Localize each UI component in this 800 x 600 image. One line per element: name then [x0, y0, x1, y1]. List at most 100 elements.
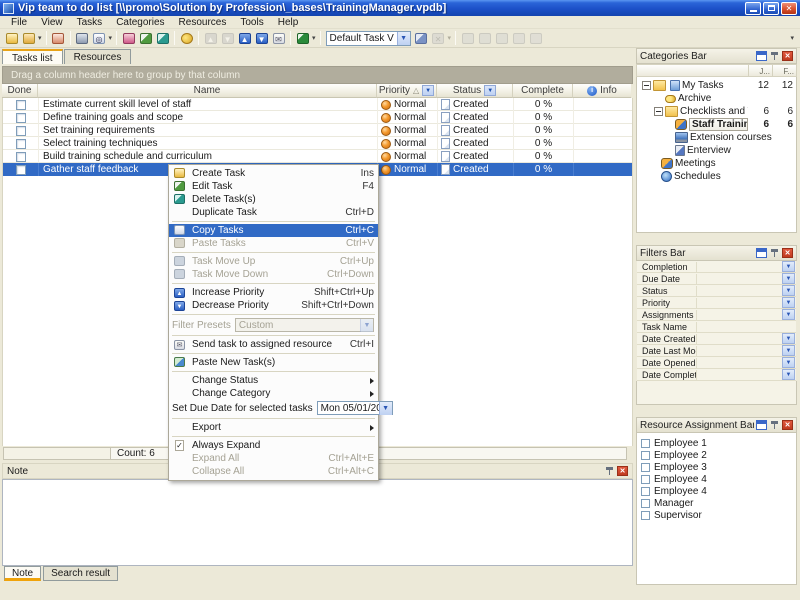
- toolbar-overflow-caret[interactable]: ▾: [790, 34, 794, 42]
- menu-item-set-due-date[interactable]: Set Due Date for selected tasks Mon 05/0…: [169, 400, 378, 416]
- chevron-down-icon[interactable]: ▼: [782, 285, 795, 296]
- due-date-combobox[interactable]: Mon 05/01/2009 ▼: [317, 401, 393, 415]
- resource-checkbox[interactable]: [641, 463, 650, 472]
- tree-item-extension-courses[interactable]: Extension courses: [637, 131, 796, 144]
- done-checkbox[interactable]: [16, 100, 26, 110]
- menu-item-change-status[interactable]: Change Status: [169, 374, 378, 387]
- decrease-priority-icon[interactable]: ▼: [253, 30, 270, 46]
- done-checkbox[interactable]: [16, 113, 26, 123]
- resource-checkbox[interactable]: [641, 451, 650, 460]
- group-by-bar[interactable]: Drag a column header here to group by th…: [2, 66, 633, 84]
- close-icon[interactable]: ✕: [782, 248, 793, 258]
- resource-item[interactable]: Employee 4: [641, 473, 791, 485]
- count-column-2[interactable]: F...: [772, 65, 796, 76]
- resource-item[interactable]: Supervisor: [641, 509, 791, 521]
- close-icon[interactable]: ✕: [782, 51, 793, 61]
- menu-item-delete-tasks[interactable]: Delete Task(s): [169, 193, 378, 206]
- send-mail-icon[interactable]: ✉: [270, 30, 287, 46]
- col-header-complete[interactable]: Complete: [513, 84, 573, 98]
- tab-note[interactable]: Note: [4, 566, 41, 581]
- tree-item-archive[interactable]: Archive: [637, 92, 796, 105]
- resource-item[interactable]: Employee 4: [641, 485, 791, 497]
- resource-item[interactable]: Employee 2: [641, 449, 791, 461]
- menu-item-export[interactable]: Export: [169, 421, 378, 434]
- resource-item[interactable]: Employee 3: [641, 461, 791, 473]
- new-from-template-icon[interactable]: [20, 30, 37, 46]
- close-button[interactable]: ✕: [781, 2, 797, 15]
- menu-help[interactable]: Help: [271, 16, 306, 29]
- table-row[interactable]: Build training schedule and curriculum N…: [3, 150, 632, 163]
- new-dropdown-caret[interactable]: ▾: [38, 34, 42, 42]
- duplicate-task-icon[interactable]: [50, 30, 67, 46]
- flag-dropdown-caret[interactable]: ▾: [312, 34, 316, 42]
- tab-search-result[interactable]: Search result: [43, 566, 118, 581]
- menu-item-change-category[interactable]: Change Category: [169, 387, 378, 400]
- tree-item-schedules[interactable]: Schedules: [637, 170, 796, 183]
- print-preview-icon[interactable]: ◎: [91, 30, 108, 46]
- resource-checkbox[interactable]: [641, 487, 650, 496]
- menu-item-always-expand[interactable]: ✓ Always Expand: [169, 439, 378, 452]
- menu-view[interactable]: View: [34, 16, 70, 29]
- done-checkbox[interactable]: [16, 126, 26, 136]
- col-header-priority[interactable]: Priority △ ▼: [377, 84, 437, 98]
- menu-categories[interactable]: Categories: [109, 16, 171, 29]
- menu-item-duplicate-task[interactable]: Duplicate TaskCtrl+D: [169, 206, 378, 219]
- chevron-down-icon[interactable]: ▼: [782, 369, 795, 380]
- menu-resources[interactable]: Resources: [172, 16, 234, 29]
- menu-tasks[interactable]: Tasks: [70, 16, 110, 29]
- count-column-1[interactable]: J...: [748, 65, 772, 76]
- menu-item-edit-task[interactable]: Edit TaskF4: [169, 180, 378, 193]
- float-panel-icon[interactable]: [756, 420, 767, 430]
- table-row[interactable]: Set training requirements Normal Created…: [3, 124, 632, 137]
- chevron-down-icon[interactable]: ▼: [782, 261, 795, 272]
- print-icon[interactable]: [74, 30, 91, 46]
- flag-icon[interactable]: [294, 30, 311, 46]
- table-row[interactable]: Define training goals and scope Normal C…: [3, 111, 632, 124]
- menu-item-decrease-priority[interactable]: ▼ Decrease PriorityShift+Ctrl+Down: [169, 299, 378, 312]
- tree-item-staff-training[interactable]: Staff Training 6 6: [637, 118, 796, 131]
- task-view-combobox[interactable]: Default Task V ▼: [326, 31, 411, 46]
- chevron-down-icon[interactable]: ▼: [782, 357, 795, 368]
- col-header-status[interactable]: Status ▼: [437, 84, 513, 98]
- menu-item-paste-new-tasks[interactable]: Paste New Task(s): [169, 356, 378, 369]
- increase-priority-icon[interactable]: ▲: [236, 30, 253, 46]
- tree-item-checklists[interactable]: Checklists and Templates 6 6: [637, 105, 796, 118]
- resource-checkbox[interactable]: [641, 499, 650, 508]
- table-row[interactable]: Estimate current skill level of staff No…: [3, 98, 632, 111]
- tab-resources[interactable]: Resources: [64, 49, 132, 64]
- chevron-down-icon[interactable]: ▼: [397, 32, 410, 45]
- close-icon[interactable]: ✕: [782, 420, 793, 430]
- tree-item-my-tasks[interactable]: My Tasks 12 12: [637, 79, 796, 92]
- table-row[interactable]: Select training techniques Normal Create…: [3, 137, 632, 150]
- menu-item-create-task[interactable]: Create TaskIns: [169, 167, 378, 180]
- chevron-down-icon[interactable]: ▼: [782, 345, 795, 356]
- float-panel-icon[interactable]: [756, 51, 767, 61]
- col-header-info[interactable]: i Info: [573, 84, 631, 98]
- col-header-name[interactable]: Name: [38, 84, 377, 98]
- minimize-button[interactable]: [745, 2, 761, 15]
- pin-icon[interactable]: [604, 466, 615, 476]
- done-checkbox[interactable]: [16, 152, 26, 162]
- pin-icon[interactable]: [769, 51, 780, 61]
- tree-item-meetings[interactable]: Meetings: [637, 157, 796, 170]
- collapse-icon[interactable]: [642, 81, 651, 90]
- new-task-icon[interactable]: [3, 30, 20, 46]
- priority-filter-icon[interactable]: ▼: [422, 85, 434, 96]
- menu-file[interactable]: File: [4, 16, 34, 29]
- pin-icon[interactable]: [769, 420, 780, 430]
- menu-item-send-task[interactable]: ✉ Send task to assigned resourceCtrl+I: [169, 338, 378, 351]
- close-icon[interactable]: ✕: [617, 466, 628, 476]
- done-checkbox[interactable]: [16, 139, 26, 149]
- menu-item-copy-tasks[interactable]: Copy TasksCtrl+C: [169, 224, 378, 237]
- status-filter-icon[interactable]: ▼: [484, 85, 496, 96]
- chevron-down-icon[interactable]: ▼: [379, 402, 392, 415]
- menu-item-increase-priority[interactable]: ▲ Increase PriorityShift+Ctrl+Up: [169, 286, 378, 299]
- resource-item[interactable]: Manager: [641, 497, 791, 509]
- chevron-down-icon[interactable]: ▼: [782, 309, 795, 320]
- menu-tools[interactable]: Tools: [233, 16, 270, 29]
- resource-checkbox[interactable]: [641, 511, 650, 520]
- tree-item-enterview[interactable]: Enterview: [637, 144, 796, 157]
- permissions-key-icon[interactable]: [178, 30, 195, 46]
- assign-resource-icon[interactable]: [154, 30, 171, 46]
- note-editor[interactable]: [2, 479, 633, 566]
